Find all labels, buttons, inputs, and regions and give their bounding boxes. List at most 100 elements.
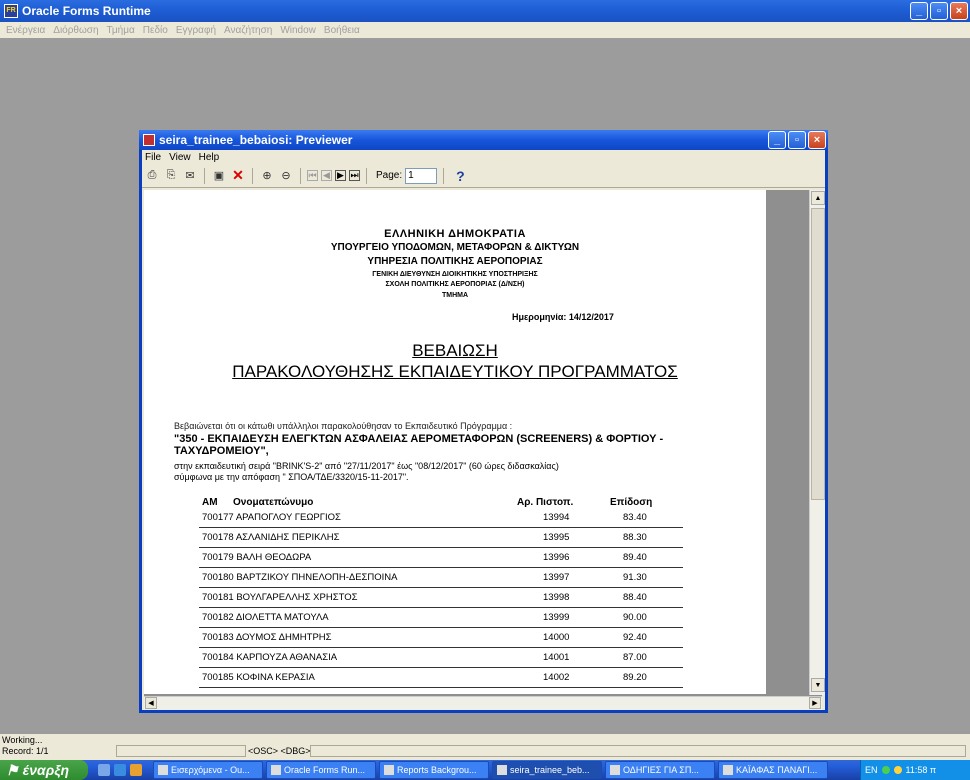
row-name: 700183 ΔΟΥΜΟΣ ΔΗΜΗΤΡΗΣ (202, 632, 332, 643)
previewer-minimize-button[interactable]: _ (768, 131, 786, 149)
menu-item-field[interactable]: Πεδίο (143, 25, 168, 36)
menu-item-record[interactable]: Εγγραφή (176, 25, 216, 36)
row-score: 88.30 (623, 532, 647, 543)
row-score: 90.00 (623, 612, 647, 623)
row-score: 91.30 (623, 572, 647, 583)
scroll-down-icon[interactable]: ▼ (811, 678, 825, 692)
task-reports[interactable]: Reports Backgrou... (379, 761, 489, 779)
task-oracle-forms[interactable]: Oracle Forms Run... (266, 761, 376, 779)
previous-page-icon[interactable]: ◀ (321, 170, 332, 181)
horizontal-scrollbar[interactable]: ◀ ▶ (144, 696, 822, 710)
row-cert: 13995 (543, 532, 570, 543)
system-tray: EN 11:58 π (860, 760, 970, 780)
close-button[interactable]: × (950, 2, 968, 20)
oracle-forms-icon: FR (4, 4, 18, 18)
row-name: 700185 ΚΟΦΙΝΑ ΚΕΡΑΣΙΑ (202, 672, 315, 683)
column-header-name: Ονοματεπώνυμο (233, 497, 314, 508)
app-menubar: Ενέργεια Διόρθωση Τμήμα Πεδίο Εγγραφή Αν… (0, 22, 970, 38)
series-text: στην εκπαιδευτική σειρά "BRINK'S-2" από … (174, 461, 559, 471)
app-titlebar: FR Oracle Forms Runtime _ ▫ × (0, 0, 970, 22)
reports-icon (143, 134, 155, 146)
task-instructions[interactable]: ΟΔΗΓΙΕΣ ΓΙΑ ΣΠ... (605, 761, 715, 779)
menu-item-edit[interactable]: Διόρθωση (53, 25, 98, 36)
menu-item-action[interactable]: Ενέργεια (6, 25, 45, 36)
network-icon[interactable] (881, 766, 890, 774)
row-cert: 13997 (543, 572, 570, 583)
zoom-out-icon[interactable]: ⊖ (278, 168, 294, 184)
app-title: Oracle Forms Runtime (22, 4, 151, 18)
language-indicator[interactable]: EN (865, 765, 878, 775)
minimize-button[interactable]: _ (910, 2, 928, 20)
last-page-icon[interactable]: ⏭ (349, 170, 360, 181)
show-desktop-icon[interactable] (98, 764, 110, 776)
row-name: 700182 ΔΙΟΛΕΤΤΑ ΜΑΤΟΥΛΑ (202, 612, 329, 623)
header-republic: ΕΛΛΗΝΙΚΗ ΔΗΜΟΚΡΑΤΙΑ (384, 228, 526, 240)
vertical-scrollbar[interactable]: ▲ ▼ (809, 190, 825, 695)
mail-icon[interactable]: ✉ (182, 168, 198, 184)
table-row: 700177 ΑΡΑΠΟΓΛΟΥ ΓΕΩΡΓΙΟΣ 13994 83.40 (199, 508, 683, 528)
new-window-icon[interactable]: ▣ (211, 168, 227, 184)
first-page-icon[interactable]: ⏮ (307, 170, 318, 181)
previewer-title: seira_trainee_bebaiosi: Previewer (159, 133, 353, 147)
task-inbox[interactable]: Εισερχόμενα - Ou... (153, 761, 263, 779)
previewer-close-button[interactable]: × (808, 131, 826, 149)
status-field (310, 745, 966, 757)
previewer-maximize-button[interactable]: ▫ (788, 131, 806, 149)
menu-item-query[interactable]: Αναζήτηση (224, 25, 272, 36)
security-icon[interactable] (893, 766, 902, 774)
header-ministry: ΥΠΟΥΡΓΕΙΟ ΥΠΟΔΟΜΩΝ, ΜΕΤΑΦΟΡΩΝ & ΔΙΚΤΥΩΝ (330, 242, 580, 253)
help-icon[interactable]: ? (456, 168, 465, 184)
row-score: 83.40 (623, 512, 647, 523)
menu-file[interactable]: File (145, 152, 161, 163)
maximize-button[interactable]: ▫ (930, 2, 948, 20)
scroll-up-icon[interactable]: ▲ (811, 191, 825, 205)
row-score: 89.40 (623, 552, 647, 563)
scroll-right-icon[interactable]: ▶ (809, 697, 821, 709)
scroll-left-icon[interactable]: ◀ (145, 697, 157, 709)
header-school: ΣΧΟΛΗ ΠΟΛΙΤΙΚΗΣ ΑΕΡΟΠΟΡΙΑΣ (Δ/ΝΣΗ) (385, 281, 525, 288)
row-cert: 14002 (543, 672, 570, 683)
row-score: 87.00 (623, 652, 647, 663)
document-title: ΒΕΒΑΙΩΣΗ (412, 341, 498, 360)
task-browser[interactable]: ΚΑΪΑΦΑΣ ΠΑΝΑΓΙ... (718, 761, 828, 779)
previewer-window: seira_trainee_bebaiosi: Previewer _ ▫ × … (139, 130, 828, 713)
row-cert: 13996 (543, 552, 570, 563)
menu-help[interactable]: Help (199, 152, 220, 163)
taskbar: ⚑ έναρξη Εισερχόμενα - Ou... Oracle Form… (0, 760, 970, 780)
previewer-toolbar: ⎙ ⎘ ✉ ▣ ✕ ⊕ ⊖ ⏮ ◀ ▶ ⏭ Page: ? (142, 164, 825, 188)
page-number-input[interactable] (405, 167, 438, 184)
menu-item-window[interactable]: Window (280, 25, 316, 36)
task-label: Oracle Forms Run... (284, 765, 366, 775)
close-preview-icon[interactable]: ✕ (230, 167, 246, 184)
row-score: 92.40 (623, 632, 647, 643)
document-subtitle: ΠΑΡΑΚΟΛΟΥΘΗΣΗΣ ΕΚΠΑΙΔΕΥΤΙΚΟΥ ΠΡΟΓΡΑΜΜΑΤΟ… (232, 362, 678, 381)
header-department: ΤΜΗΜΑ (441, 292, 469, 299)
table-row: 700185 ΚΟΦΙΝΑ ΚΕΡΑΣΙΑ 14002 89.20 (199, 668, 683, 688)
zoom-in-icon[interactable]: ⊕ (259, 168, 275, 184)
menu-item-help[interactable]: Βοήθεια (324, 25, 360, 36)
table-row: 700181 ΒΟΥΛΓΑΡΕΛΛΗΣ ΧΡΗΣΤΟΣ 13998 88.40 (199, 588, 683, 608)
header-service: ΥΠΗΡΕΣΙΑ ΠΟΛΙΤΙΚΗΣ ΑΕΡΟΠΟΡΙΑΣ (367, 256, 543, 267)
start-button[interactable]: ⚑ έναρξη (0, 760, 88, 780)
scroll-thumb[interactable] (811, 208, 825, 500)
osc-dbg-indicator: <OSC> <DBG> (248, 746, 311, 756)
firefox-icon[interactable] (130, 764, 142, 776)
clock[interactable]: 11:58 π (906, 765, 937, 775)
table-row: 700178 ΑΣΛΑΝΙΔΗΣ ΠΕΡΙΚΛΗΣ 13995 88.30 (199, 528, 683, 548)
column-header-am: ΑΜ (202, 497, 218, 508)
task-label: Reports Backgrou... (397, 765, 477, 775)
previewer-titlebar[interactable]: seira_trainee_bebaiosi: Previewer _ ▫ × (139, 130, 828, 150)
page-setup-icon[interactable]: ⎘ (163, 168, 179, 184)
ie-icon[interactable] (114, 764, 126, 776)
report-page: ΕΛΛΗΝΙΚΗ ΔΗΜΟΚΡΑΤΙΑ ΥΠΟΥΡΓΕΙΟ ΥΠΟΔΟΜΩΝ, … (144, 190, 766, 694)
status-message: Working... (2, 735, 43, 745)
menu-item-block[interactable]: Τμήμα (107, 25, 135, 36)
row-name: 700184 ΚΑΡΠΟΥΖΑ ΑΘΑΝΑΣΙΑ (202, 652, 338, 663)
menu-view[interactable]: View (169, 152, 191, 163)
row-score: 89.20 (623, 672, 647, 683)
task-previewer[interactable]: seira_trainee_beb... (492, 761, 602, 779)
task-label: seira_trainee_beb... (510, 765, 590, 775)
next-page-icon[interactable]: ▶ (335, 170, 346, 181)
start-label: έναρξη (22, 762, 70, 778)
print-icon[interactable]: ⎙ (144, 168, 160, 184)
